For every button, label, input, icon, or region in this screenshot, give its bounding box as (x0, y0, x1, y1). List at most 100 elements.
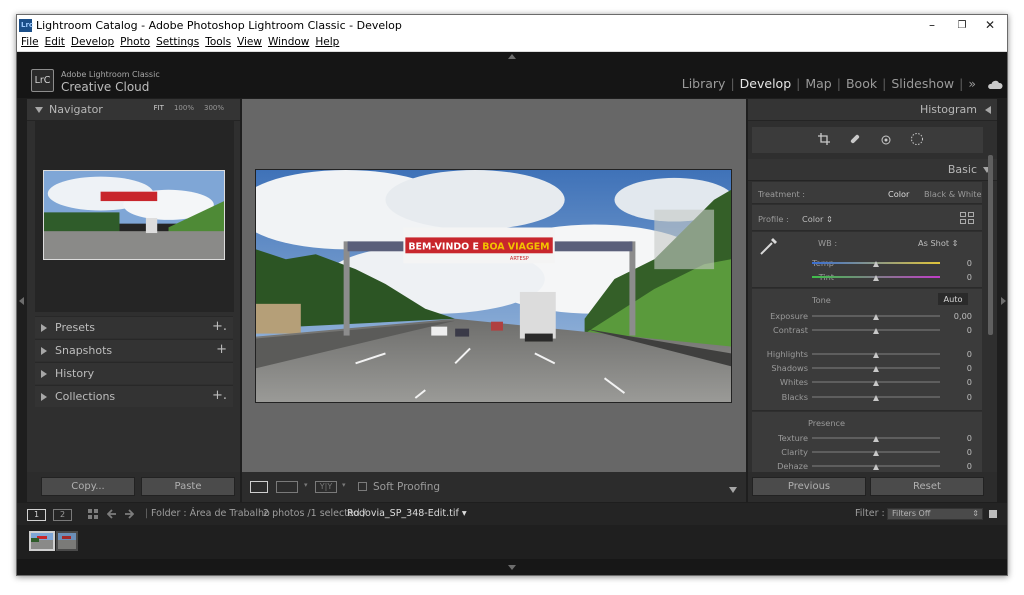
presets-section[interactable]: Presets +. (35, 316, 233, 338)
menu-view[interactable]: View (237, 36, 262, 48)
wb-dropdown[interactable]: As Shot ⇕ (918, 238, 959, 248)
navigator-thumbnail[interactable] (43, 170, 225, 260)
filmstrip-toggle-icon[interactable] (508, 565, 516, 570)
menu-file[interactable]: File (21, 36, 39, 48)
exposure-value[interactable]: 0,00 (948, 311, 972, 321)
texture-thumb[interactable] (873, 436, 879, 442)
crop-icon[interactable] (818, 133, 830, 145)
contrast-thumb[interactable] (873, 328, 879, 334)
toolbar-menu-icon[interactable] (729, 484, 737, 496)
histogram-header[interactable]: Histogram (748, 99, 997, 121)
navigator-header[interactable]: Navigator FIT 100% 300% (27, 99, 240, 121)
contrast-value[interactable]: 0 (952, 325, 972, 335)
filter-lock-icon[interactable] (989, 510, 997, 518)
shadows-thumb[interactable] (873, 366, 879, 372)
minimize-button[interactable]: – (917, 17, 947, 34)
back-arrow-icon[interactable] (107, 509, 117, 519)
whites-value[interactable]: 0 (952, 377, 972, 387)
before-after-icon[interactable] (276, 481, 298, 493)
zoom-300[interactable]: 300% (204, 104, 224, 112)
zoom-100[interactable]: 100% (174, 104, 194, 112)
screen-1-button[interactable]: 1 (27, 509, 46, 521)
module-book[interactable]: Book (841, 76, 882, 91)
snapshots-section[interactable]: Snapshots + (35, 339, 233, 361)
menu-window[interactable]: Window (268, 36, 309, 48)
yy-dropdown-icon[interactable]: ▾ (342, 481, 346, 489)
treatment-color[interactable]: Color (888, 189, 909, 199)
more-modules-button[interactable]: » (963, 76, 981, 91)
top-panel-toggle-icon[interactable] (508, 54, 516, 59)
auto-button[interactable]: Auto (938, 293, 968, 305)
tint-value[interactable]: 0 (952, 272, 972, 282)
collapse-histogram-icon (985, 106, 991, 114)
soft-proofing-checkbox[interactable] (358, 482, 367, 491)
filter-dropdown[interactable]: Filters Off ⇕ (887, 508, 983, 520)
right-panel-scrollbar[interactable] (988, 155, 993, 335)
blacks-value[interactable]: 0 (952, 392, 972, 402)
highlights-value[interactable]: 0 (952, 349, 972, 359)
before-after-dropdown-icon[interactable]: ▾ (304, 481, 308, 489)
profile-browser-icon[interactable] (960, 212, 974, 224)
expand-icon (41, 370, 47, 378)
tint-thumb[interactable] (873, 275, 879, 281)
whites-thumb[interactable] (873, 380, 879, 386)
copy-button[interactable]: Copy... (41, 477, 135, 496)
paste-button[interactable]: Paste (141, 477, 235, 496)
window-title: Lightroom Catalog - Adobe Photoshop Ligh… (36, 19, 402, 32)
menu-settings[interactable]: Settings (156, 36, 199, 48)
texture-value[interactable]: 0 (952, 433, 972, 443)
menu-edit[interactable]: Edit (45, 36, 65, 48)
basic-header[interactable]: Basic (748, 159, 997, 181)
zoom-fit[interactable]: FIT (154, 104, 164, 112)
grid-view-icon[interactable] (88, 509, 99, 520)
image-view[interactable]: BEM-VINDO E BOA VIAGEM ARTESP (242, 99, 746, 472)
shadows-value[interactable]: 0 (952, 363, 972, 373)
maximize-button[interactable]: ❐ (947, 17, 977, 34)
temp-thumb[interactable] (873, 261, 879, 267)
treatment-bw[interactable]: Black & White (924, 189, 982, 199)
app-icon: Lrc (19, 19, 33, 32)
add-collection-icon[interactable]: +. (212, 388, 227, 403)
blacks-thumb[interactable] (873, 395, 879, 401)
menu-help[interactable]: Help (315, 36, 339, 48)
main-photo[interactable]: BEM-VINDO E BOA VIAGEM ARTESP (255, 169, 732, 403)
red-eye-icon[interactable] (880, 133, 892, 145)
clarity-value[interactable]: 0 (952, 447, 972, 457)
menu-develop[interactable]: Develop (71, 36, 114, 48)
add-preset-icon[interactable]: +. (212, 319, 227, 334)
folder-source[interactable]: Folder : Área de Trabalho (151, 508, 270, 519)
dehaze-thumb[interactable] (873, 464, 879, 470)
module-map[interactable]: Map (800, 76, 836, 91)
filmstrip-thumb-2[interactable] (56, 531, 78, 551)
menu-photo[interactable]: Photo (120, 36, 150, 48)
loupe-view-icon[interactable] (250, 481, 268, 493)
dehaze-value[interactable]: 0 (952, 461, 972, 471)
right-panel-toggle-icon[interactable] (1001, 297, 1006, 305)
highlights-thumb[interactable] (873, 352, 879, 358)
menu-tools[interactable]: Tools (205, 36, 231, 48)
reset-button[interactable]: Reset (870, 477, 984, 496)
navigator-preview[interactable] (35, 120, 234, 312)
module-develop[interactable]: Develop (735, 76, 796, 91)
previous-button[interactable]: Previous (752, 477, 866, 496)
filmstrip-thumb-1[interactable] (29, 531, 55, 551)
masking-icon[interactable] (910, 132, 924, 146)
screen-2-button[interactable]: 2 (53, 509, 72, 521)
left-panel-toggle-icon[interactable] (19, 297, 24, 305)
healing-icon[interactable] (849, 133, 861, 145)
clarity-thumb[interactable] (873, 450, 879, 456)
add-snapshot-icon[interactable]: + (216, 342, 227, 357)
wb-eyedropper-icon[interactable] (758, 235, 780, 257)
close-button[interactable]: ✕ (975, 17, 1005, 34)
history-section[interactable]: History (35, 362, 233, 384)
collections-section[interactable]: Collections +. (35, 385, 233, 407)
current-filename[interactable]: Rodovia_SP_348-Edit.tif ▾ (347, 508, 467, 519)
module-slideshow[interactable]: Slideshow (886, 76, 959, 91)
exposure-thumb[interactable] (873, 314, 879, 320)
profile-dropdown[interactable]: Color ⇕ (802, 214, 833, 224)
temp-value[interactable]: 0 (952, 258, 972, 268)
cloud-sync-icon[interactable] (987, 80, 1003, 90)
forward-arrow-icon[interactable] (124, 509, 134, 519)
module-library[interactable]: Library (677, 76, 731, 91)
yy-view-icon[interactable]: Y|Y (315, 481, 337, 493)
